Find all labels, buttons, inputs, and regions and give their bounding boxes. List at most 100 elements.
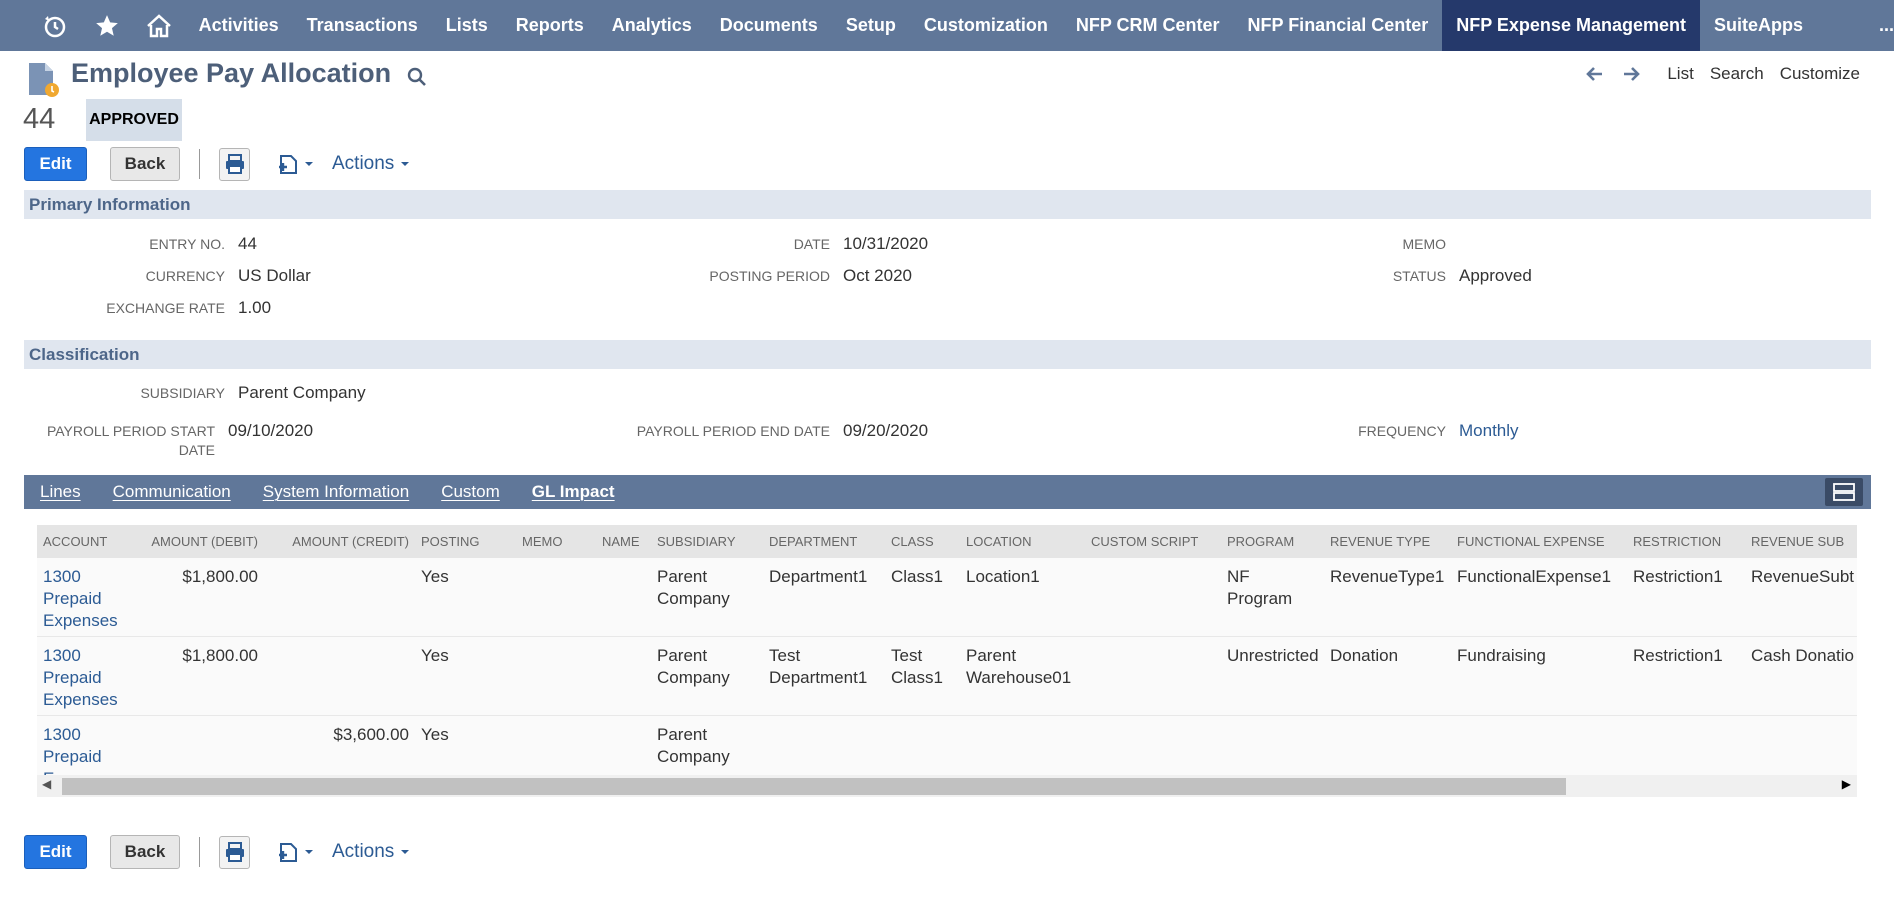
nav-customization[interactable]: Customization [910, 0, 1062, 51]
nav-more[interactable]: ... [1817, 0, 1894, 51]
back-button[interactable]: Back [110, 147, 180, 181]
account-cell[interactable]: 1300 Prepaid Expenses [37, 715, 134, 775]
actions-menu[interactable]: Actions [332, 153, 410, 175]
column-header[interactable]: AMOUNT (CREDIT) [264, 525, 415, 558]
column-header[interactable]: AMOUNT (DEBIT) [134, 525, 264, 558]
column-header[interactable]: FUNCTIONAL EXPENSE [1451, 525, 1627, 558]
print-icon[interactable] [219, 147, 250, 181]
tab-communication[interactable]: Communication [97, 482, 247, 502]
nav-analytics[interactable]: Analytics [598, 0, 706, 51]
column-header[interactable]: MEMO [516, 525, 596, 558]
functional-expense-cell: FunctionalExpense1 [1451, 558, 1627, 637]
department-cell: Department1 [763, 558, 885, 637]
home-icon[interactable] [133, 0, 185, 51]
nav-setup[interactable]: Setup [832, 0, 910, 51]
column-header[interactable]: CLASS [885, 525, 960, 558]
layout-toggle-icon[interactable] [1825, 478, 1863, 506]
scroll-right-icon[interactable]: ▶ [1842, 777, 1851, 791]
revenue-type-cell: Donation [1324, 636, 1451, 716]
column-header[interactable]: REVENUE SUB [1745, 525, 1857, 558]
posting-cell: Yes [415, 636, 516, 716]
new-document-menu[interactable] [277, 840, 314, 864]
nav-nfp-financial-center[interactable]: NFP Financial Center [1234, 0, 1443, 51]
nav-activities[interactable]: Activities [185, 0, 293, 51]
tab-gl-impact[interactable]: GL Impact [516, 482, 631, 502]
recent-records-icon[interactable] [29, 0, 81, 51]
column-header[interactable]: CUSTOM SCRIPT [1085, 525, 1221, 558]
star-icon[interactable] [81, 0, 133, 51]
nav-transactions[interactable]: Transactions [293, 0, 432, 51]
payroll-end-label: PAYROLL PERIOD END DATE [636, 423, 830, 439]
nav-nfp-expense-management[interactable]: NFP Expense Management [1442, 0, 1700, 51]
primary-information-header[interactable]: Primary Information [24, 190, 1871, 219]
revenue-subtype-cell: Cash Donatio [1745, 636, 1857, 716]
actions-label: Actions [332, 153, 395, 174]
posting-cell: Yes [415, 715, 516, 775]
nav-suiteapps[interactable]: SuiteApps [1700, 0, 1817, 51]
edit-button[interactable]: Edit [24, 147, 87, 181]
payroll-end-value: 09/20/2020 [843, 421, 929, 440]
date-label: DATE [793, 236, 830, 252]
debit-cell: $1,800.00 [134, 636, 264, 716]
column-header[interactable]: SUBSIDIARY [651, 525, 763, 558]
column-header[interactable]: ACCOUNT [37, 525, 134, 558]
nav-lists[interactable]: Lists [432, 0, 502, 51]
program-cell [1221, 715, 1324, 775]
column-header[interactable]: POSTING [415, 525, 516, 558]
column-header[interactable]: RESTRICTION [1627, 525, 1745, 558]
exchange-rate-value: 1.00 [238, 298, 272, 317]
column-header[interactable]: NAME [596, 525, 651, 558]
location-cell [960, 715, 1085, 775]
tab-system-information[interactable]: System Information [247, 482, 425, 502]
memo-label: MEMO [1402, 236, 1446, 252]
actions-menu[interactable]: Actions [332, 841, 410, 863]
custom-script-cell [1085, 558, 1221, 637]
list-link[interactable]: List [1667, 64, 1693, 84]
column-header[interactable]: PROGRAM [1221, 525, 1324, 558]
account-cell[interactable]: 1300 Prepaid Expenses [37, 558, 134, 637]
column-header[interactable]: DEPARTMENT [763, 525, 885, 558]
print-icon[interactable] [219, 835, 250, 869]
debit-cell: $1,800.00 [134, 558, 264, 637]
status-value: Approved [1459, 266, 1532, 285]
classification-header[interactable]: Classification [24, 340, 1871, 369]
currency-label: CURRENCY [145, 268, 225, 284]
frequency-value[interactable]: Monthly [1459, 421, 1519, 441]
subsidiary-cell: Parent Company [651, 558, 763, 637]
entry-no-value: 44 [238, 234, 257, 253]
search-link[interactable]: Search [1710, 64, 1764, 84]
nav-documents[interactable]: Documents [706, 0, 832, 51]
search-icon[interactable] [407, 67, 427, 92]
custom-script-cell [1085, 636, 1221, 716]
arrow-right-icon[interactable] [1613, 66, 1651, 82]
restriction-cell [1627, 715, 1745, 775]
credit-cell [264, 636, 415, 716]
horizontal-scrollbar[interactable]: ◀ ▶ [37, 775, 1857, 797]
nav-reports[interactable]: Reports [502, 0, 598, 51]
class-cell: Test Class1 [885, 636, 960, 716]
caret-down-icon [305, 850, 313, 854]
column-header[interactable]: LOCATION [960, 525, 1085, 558]
nav-nfp-crm-center[interactable]: NFP CRM Center [1062, 0, 1234, 51]
gl-impact-table: ACCOUNT AMOUNT (DEBIT) AMOUNT (CREDIT) P… [37, 525, 1857, 775]
table-row: 1300 Prepaid Expenses $1,800.00 Yes Pare… [37, 636, 1857, 716]
payroll-start-label-line2: DATE [178, 442, 215, 458]
revenue-type-cell: RevenueType1 [1324, 558, 1451, 637]
name-cell [596, 636, 651, 716]
scroll-left-icon[interactable]: ◀ [42, 777, 51, 791]
custom-script-cell [1085, 715, 1221, 775]
tab-lines[interactable]: Lines [24, 482, 97, 502]
subsidiary-cell: Parent Company [651, 715, 763, 775]
arrow-left-icon[interactable] [1575, 66, 1613, 82]
record-type-icon [27, 61, 61, 99]
edit-button[interactable]: Edit [24, 835, 87, 869]
account-cell[interactable]: 1300 Prepaid Expenses [37, 636, 134, 716]
tab-custom[interactable]: Custom [425, 482, 516, 502]
record-number: 44 [23, 103, 56, 135]
customize-link[interactable]: Customize [1780, 64, 1860, 84]
status-label: STATUS [1392, 268, 1446, 284]
column-header[interactable]: REVENUE TYPE [1324, 525, 1451, 558]
scrollbar-thumb[interactable] [62, 778, 1566, 795]
back-button[interactable]: Back [110, 835, 180, 869]
new-document-menu[interactable] [277, 152, 314, 176]
